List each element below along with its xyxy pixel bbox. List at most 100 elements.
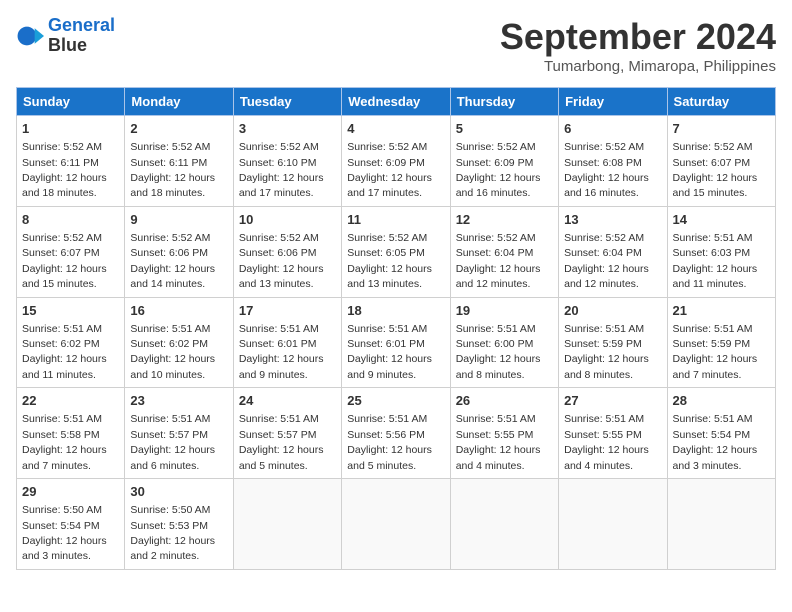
day-number: 3 <box>239 120 336 138</box>
day-number: 21 <box>673 302 770 320</box>
calendar-day-cell: 5 Sunrise: 5:52 AMSunset: 6:09 PMDayligh… <box>450 116 558 207</box>
calendar-day-cell: 13 Sunrise: 5:52 AMSunset: 6:04 PMDaylig… <box>559 206 667 297</box>
month-title: September 2024 <box>500 16 776 58</box>
day-info: Sunrise: 5:52 AMSunset: 6:04 PMDaylight:… <box>456 232 541 290</box>
calendar-day-cell <box>450 479 558 570</box>
calendar-day-cell: 20 Sunrise: 5:51 AMSunset: 5:59 PMDaylig… <box>559 297 667 388</box>
day-info: Sunrise: 5:52 AMSunset: 6:11 PMDaylight:… <box>130 141 215 199</box>
day-info: Sunrise: 5:51 AMSunset: 6:03 PMDaylight:… <box>673 232 758 290</box>
day-info: Sunrise: 5:52 AMSunset: 6:09 PMDaylight:… <box>456 141 541 199</box>
day-info: Sunrise: 5:51 AMSunset: 6:02 PMDaylight:… <box>22 323 107 381</box>
calendar-day-cell: 16 Sunrise: 5:51 AMSunset: 6:02 PMDaylig… <box>125 297 233 388</box>
day-number: 9 <box>130 211 227 229</box>
day-info: Sunrise: 5:52 AMSunset: 6:08 PMDaylight:… <box>564 141 649 199</box>
day-number: 14 <box>673 211 770 229</box>
location-subtitle: Tumarbong, Mimaropa, Philippines <box>500 58 776 75</box>
day-info: Sunrise: 5:52 AMSunset: 6:04 PMDaylight:… <box>564 232 649 290</box>
day-info: Sunrise: 5:51 AMSunset: 5:57 PMDaylight:… <box>239 413 324 471</box>
day-number: 13 <box>564 211 661 229</box>
calendar-day-cell: 1 Sunrise: 5:52 AMSunset: 6:11 PMDayligh… <box>17 116 125 207</box>
calendar-day-header: Saturday <box>667 88 775 116</box>
calendar-day-cell <box>559 479 667 570</box>
day-number: 12 <box>456 211 553 229</box>
calendar-day-cell: 21 Sunrise: 5:51 AMSunset: 5:59 PMDaylig… <box>667 297 775 388</box>
day-number: 5 <box>456 120 553 138</box>
day-number: 27 <box>564 392 661 410</box>
calendar-day-cell: 15 Sunrise: 5:51 AMSunset: 6:02 PMDaylig… <box>17 297 125 388</box>
day-number: 11 <box>347 211 444 229</box>
logo-line1: General <box>48 15 115 35</box>
logo: General Blue <box>16 16 115 56</box>
calendar-day-header: Friday <box>559 88 667 116</box>
calendar-week-row: 15 Sunrise: 5:51 AMSunset: 6:02 PMDaylig… <box>17 297 776 388</box>
logo-text: General Blue <box>48 16 115 56</box>
day-number: 1 <box>22 120 119 138</box>
calendar-day-cell: 26 Sunrise: 5:51 AMSunset: 5:55 PMDaylig… <box>450 388 558 479</box>
calendar-day-cell: 24 Sunrise: 5:51 AMSunset: 5:57 PMDaylig… <box>233 388 341 479</box>
day-number: 29 <box>22 483 119 501</box>
calendar-day-cell <box>342 479 450 570</box>
day-info: Sunrise: 5:50 AMSunset: 5:53 PMDaylight:… <box>130 504 215 562</box>
day-info: Sunrise: 5:51 AMSunset: 6:01 PMDaylight:… <box>239 323 324 381</box>
calendar-day-cell: 9 Sunrise: 5:52 AMSunset: 6:06 PMDayligh… <box>125 206 233 297</box>
day-number: 23 <box>130 392 227 410</box>
calendar-day-cell: 7 Sunrise: 5:52 AMSunset: 6:07 PMDayligh… <box>667 116 775 207</box>
day-info: Sunrise: 5:51 AMSunset: 5:55 PMDaylight:… <box>456 413 541 471</box>
calendar-day-header: Monday <box>125 88 233 116</box>
page-header: General Blue September 2024 Tumarbong, M… <box>16 16 776 75</box>
calendar-day-cell <box>233 479 341 570</box>
calendar-day-cell: 27 Sunrise: 5:51 AMSunset: 5:55 PMDaylig… <box>559 388 667 479</box>
calendar-table: SundayMondayTuesdayWednesdayThursdayFrid… <box>16 87 776 570</box>
logo-icon <box>16 22 44 50</box>
calendar-day-header: Sunday <box>17 88 125 116</box>
calendar-day-cell: 19 Sunrise: 5:51 AMSunset: 6:00 PMDaylig… <box>450 297 558 388</box>
day-info: Sunrise: 5:51 AMSunset: 5:59 PMDaylight:… <box>564 323 649 381</box>
day-info: Sunrise: 5:52 AMSunset: 6:10 PMDaylight:… <box>239 141 324 199</box>
day-info: Sunrise: 5:51 AMSunset: 5:57 PMDaylight:… <box>130 413 215 471</box>
calendar-day-cell <box>667 479 775 570</box>
day-number: 15 <box>22 302 119 320</box>
day-number: 30 <box>130 483 227 501</box>
title-block: September 2024 Tumarbong, Mimaropa, Phil… <box>500 16 776 75</box>
calendar-header-row: SundayMondayTuesdayWednesdayThursdayFrid… <box>17 88 776 116</box>
calendar-week-row: 1 Sunrise: 5:52 AMSunset: 6:11 PMDayligh… <box>17 116 776 207</box>
day-info: Sunrise: 5:52 AMSunset: 6:07 PMDaylight:… <box>22 232 107 290</box>
day-number: 19 <box>456 302 553 320</box>
day-info: Sunrise: 5:51 AMSunset: 5:56 PMDaylight:… <box>347 413 432 471</box>
calendar-day-cell: 12 Sunrise: 5:52 AMSunset: 6:04 PMDaylig… <box>450 206 558 297</box>
calendar-day-header: Tuesday <box>233 88 341 116</box>
day-number: 17 <box>239 302 336 320</box>
calendar-day-cell: 25 Sunrise: 5:51 AMSunset: 5:56 PMDaylig… <box>342 388 450 479</box>
day-info: Sunrise: 5:52 AMSunset: 6:07 PMDaylight:… <box>673 141 758 199</box>
calendar-day-cell: 29 Sunrise: 5:50 AMSunset: 5:54 PMDaylig… <box>17 479 125 570</box>
day-number: 22 <box>22 392 119 410</box>
day-number: 18 <box>347 302 444 320</box>
day-info: Sunrise: 5:52 AMSunset: 6:09 PMDaylight:… <box>347 141 432 199</box>
day-number: 6 <box>564 120 661 138</box>
day-info: Sunrise: 5:51 AMSunset: 5:58 PMDaylight:… <box>22 413 107 471</box>
calendar-day-header: Thursday <box>450 88 558 116</box>
calendar-day-cell: 28 Sunrise: 5:51 AMSunset: 5:54 PMDaylig… <box>667 388 775 479</box>
calendar-day-cell: 4 Sunrise: 5:52 AMSunset: 6:09 PMDayligh… <box>342 116 450 207</box>
calendar-day-cell: 6 Sunrise: 5:52 AMSunset: 6:08 PMDayligh… <box>559 116 667 207</box>
day-info: Sunrise: 5:51 AMSunset: 5:54 PMDaylight:… <box>673 413 758 471</box>
day-number: 10 <box>239 211 336 229</box>
calendar-day-cell: 8 Sunrise: 5:52 AMSunset: 6:07 PMDayligh… <box>17 206 125 297</box>
day-info: Sunrise: 5:50 AMSunset: 5:54 PMDaylight:… <box>22 504 107 562</box>
day-info: Sunrise: 5:52 AMSunset: 6:11 PMDaylight:… <box>22 141 107 199</box>
day-number: 24 <box>239 392 336 410</box>
calendar-day-cell: 2 Sunrise: 5:52 AMSunset: 6:11 PMDayligh… <box>125 116 233 207</box>
calendar-day-header: Wednesday <box>342 88 450 116</box>
day-info: Sunrise: 5:52 AMSunset: 6:05 PMDaylight:… <box>347 232 432 290</box>
calendar-day-cell: 18 Sunrise: 5:51 AMSunset: 6:01 PMDaylig… <box>342 297 450 388</box>
calendar-day-cell: 3 Sunrise: 5:52 AMSunset: 6:10 PMDayligh… <box>233 116 341 207</box>
calendar-day-cell: 30 Sunrise: 5:50 AMSunset: 5:53 PMDaylig… <box>125 479 233 570</box>
day-number: 25 <box>347 392 444 410</box>
day-number: 16 <box>130 302 227 320</box>
day-info: Sunrise: 5:51 AMSunset: 5:55 PMDaylight:… <box>564 413 649 471</box>
calendar-day-cell: 11 Sunrise: 5:52 AMSunset: 6:05 PMDaylig… <box>342 206 450 297</box>
day-number: 28 <box>673 392 770 410</box>
day-number: 8 <box>22 211 119 229</box>
day-info: Sunrise: 5:51 AMSunset: 6:01 PMDaylight:… <box>347 323 432 381</box>
calendar-body: 1 Sunrise: 5:52 AMSunset: 6:11 PMDayligh… <box>17 116 776 570</box>
